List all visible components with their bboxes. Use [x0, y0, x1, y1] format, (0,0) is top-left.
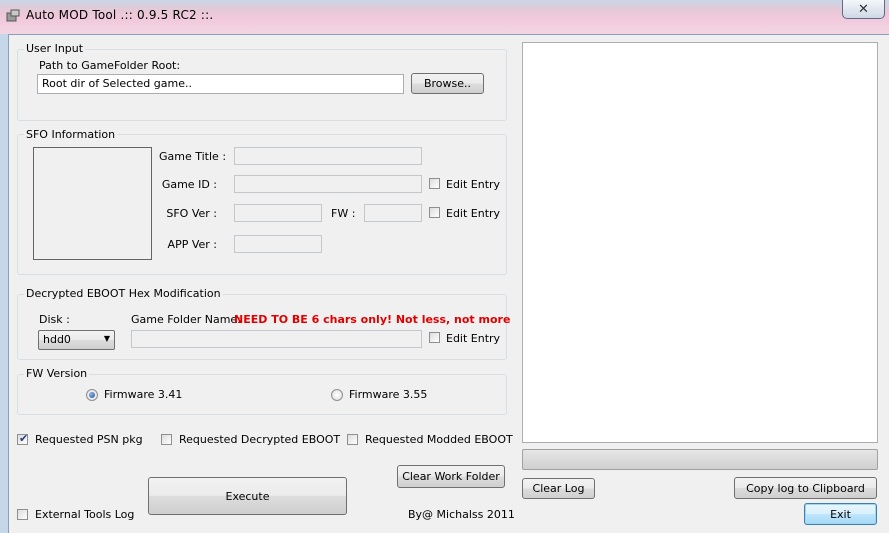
modded-eboot-checkbox[interactable]	[347, 434, 358, 445]
psn-pkg-checkbox[interactable]: ✔	[17, 432, 29, 445]
game-id-edit-checkbox[interactable]	[429, 178, 440, 189]
game-id-field[interactable]	[234, 175, 422, 193]
firmware-355-label: Firmware 3.55	[349, 388, 428, 401]
clear-log-button[interactable]: Clear Log	[522, 478, 595, 499]
log-textbox[interactable]	[522, 42, 878, 443]
firmware-341-label: Firmware 3.41	[104, 388, 183, 401]
eboot-hex-group	[17, 294, 507, 360]
external-tools-log-label: External Tools Log	[35, 508, 135, 521]
firmware-341-radio[interactable]	[86, 389, 98, 401]
game-folder-name-field[interactable]	[131, 330, 422, 348]
folder-edit-label: Edit Entry	[446, 332, 501, 345]
app-icon	[6, 9, 20, 22]
disk-dropdown[interactable]: hdd0 ▼	[38, 330, 115, 350]
fw-label: FW :	[331, 207, 356, 220]
game-title-field[interactable]	[234, 147, 422, 165]
window-title: Auto MOD Tool .:: 0.9.5 RC2 ::.	[26, 8, 214, 22]
fw-version-group-label: FW Version	[24, 367, 90, 380]
browse-button[interactable]: Browse..	[411, 73, 484, 94]
disk-label: Disk :	[39, 313, 70, 326]
firmware-355-radio[interactable]	[331, 389, 343, 401]
close-button[interactable]: ✕	[842, 0, 885, 19]
sfo-ver-label: SFO Ver :	[166, 207, 217, 220]
execute-button[interactable]: Execute	[148, 477, 347, 515]
game-title-label: Game Title :	[159, 150, 227, 163]
copy-log-button[interactable]: Copy log to Clipboard	[734, 477, 877, 499]
credit-text: By@ Michalss 2011	[408, 508, 515, 521]
modded-eboot-label: Requested Modded EBOOT	[365, 433, 513, 446]
sfo-information-group-label: SFO Information	[24, 128, 118, 141]
folder-edit-checkbox[interactable]	[429, 332, 440, 343]
fw-edit-label: Edit Entry	[446, 207, 501, 220]
folder-name-warning: NEED TO BE 6 chars only! Not less, not m…	[234, 313, 511, 326]
main-window: User Input Path to GameFolder Root: Root…	[8, 34, 889, 533]
title-bar[interactable]: Auto MOD Tool .:: 0.9.5 RC2 ::. ✕	[0, 0, 889, 34]
radio-selected-dot	[89, 392, 95, 398]
user-input-group-label: User Input	[24, 42, 86, 55]
external-tools-log-checkbox[interactable]	[17, 509, 28, 520]
disk-dropdown-value: hdd0	[43, 333, 71, 346]
game-id-label: Game ID :	[161, 178, 217, 191]
game-id-edit-label: Edit Entry	[446, 178, 501, 191]
exit-button[interactable]: Exit	[804, 503, 877, 525]
chevron-down-icon: ▼	[103, 334, 110, 343]
game-icon-image	[33, 147, 152, 260]
app-ver-field[interactable]	[234, 235, 322, 253]
path-label: Path to GameFolder Root:	[39, 59, 181, 72]
sfo-ver-field[interactable]	[234, 204, 322, 222]
game-folder-name-label: Game Folder Name:	[131, 313, 241, 326]
close-icon: ✕	[858, 1, 869, 17]
app-ver-label: APP Ver :	[167, 238, 217, 251]
decrypted-eboot-checkbox[interactable]	[161, 434, 172, 445]
path-input[interactable]: Root dir of Selected game..	[37, 74, 404, 94]
fw-edit-checkbox[interactable]	[429, 207, 440, 218]
checkmark-icon: ✔	[19, 432, 29, 445]
clear-work-folder-button[interactable]: Clear Work Folder	[397, 465, 505, 488]
eboot-hex-group-label: Decrypted EBOOT Hex Modification	[24, 287, 223, 300]
fw-field[interactable]	[364, 204, 422, 222]
progress-bar	[522, 449, 878, 470]
psn-pkg-label: Requested PSN pkg	[35, 433, 143, 446]
decrypted-eboot-label: Requested Decrypted EBOOT	[179, 433, 341, 446]
